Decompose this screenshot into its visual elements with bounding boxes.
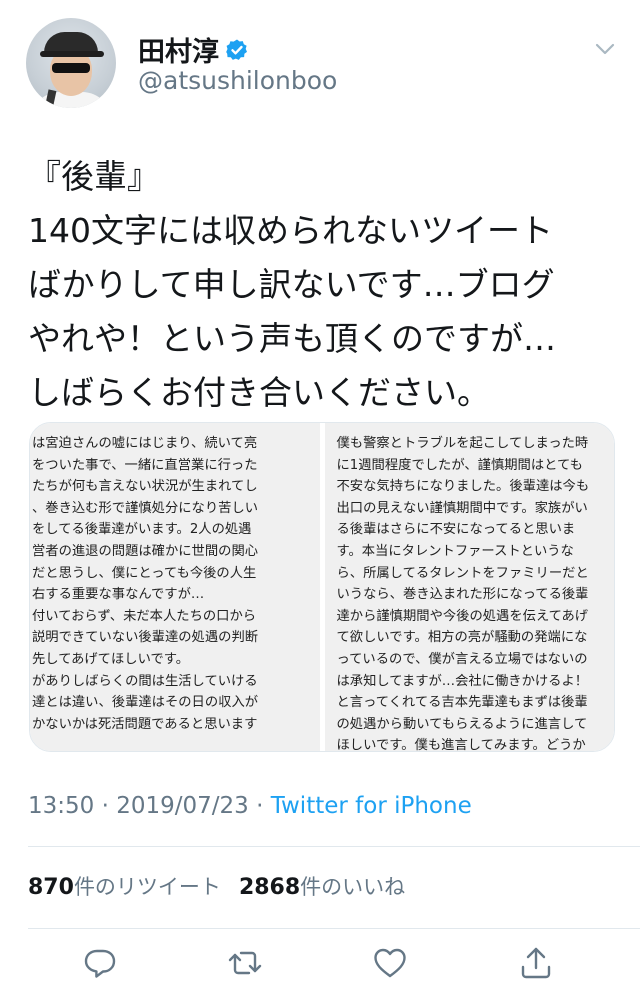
retweet-count: 870: [28, 875, 74, 900]
media-text-line: 、巻き込む形で謹慎処分になり苦しい: [32, 500, 259, 516]
media-text-line: は宮迫さんの嘘にはじまり、続いて亮: [32, 436, 258, 451]
media-text-line: だと思うし、僕にとっても今後の人生: [32, 565, 257, 581]
tweet-line: 140文字には収められないツイート: [28, 211, 553, 250]
heart-icon[interactable]: [372, 945, 408, 981]
media-text-line: の処遇から動いてもらえるように進言して: [336, 716, 588, 732]
tweet-media: は宮迫さんの嘘にはじまり、続いて亮 をついた事で、一緒に直営業に行った たちが何も言…: [29, 422, 615, 752]
divider: [28, 928, 640, 929]
media-text-line: いうなら、巻き込まれた形になってる後輩: [336, 587, 589, 603]
media-image-right[interactable]: 僕も警察とトラブルを起こしてしまった時 に1週間程度でしたが、謹慎期間はとても 不安…: [324, 423, 614, 751]
like-label: 件のいいね: [300, 875, 406, 899]
media-text-line: をついた事で、一緒に直営業に行った: [32, 457, 258, 473]
tweet-date: 2019/07/23: [116, 793, 249, 819]
media-text-line: と言ってくれてる吉本先輩達もまずは後輩: [336, 695, 588, 711]
chevron-down-icon[interactable]: [594, 38, 616, 60]
tweet-detail: 田村淳 @atsushilonboo 『後輩』 140文字には収められないツイー…: [0, 0, 640, 1001]
like-count: 2868: [238, 875, 301, 900]
media-image-left[interactable]: は宮迫さんの嘘にはじまり、続いて亮 をついた事で、一緒に直営業に行った たちが何も言…: [30, 423, 320, 751]
tweet-line: 『後輩』: [28, 157, 160, 196]
avatar[interactable]: [26, 18, 116, 108]
media-text-line: かないかは死活問題であると思います: [32, 716, 258, 732]
media-text-line: 達とは違い、後輩達はその日の収入が: [32, 695, 259, 711]
media-text-line: ら、所属してるタレントをファミリーだと: [336, 565, 589, 581]
media-image-text: は宮迫さんの嘘にはじまり、続いて亮 をついた事で、一緒に直営業に行った たちが何も言…: [32, 433, 258, 735]
media-text-line: たちが何も言えない状況が生まれてし: [32, 479, 258, 495]
media-text-line: っているので、僕が言える立場ではないの: [336, 651, 588, 667]
media-text-line: 説明できていない後輩達の処遇の判断: [32, 630, 259, 646]
retweet-icon[interactable]: [227, 945, 263, 981]
media-image-text: 僕も警察とトラブルを起こしてしまった時 に1週間程度でしたが、謹慎期間はとても 不安…: [337, 433, 590, 751]
tweet-stats: 870件のリツイート 2868件のいいね: [28, 871, 405, 901]
media-text-line: 僕も警察とトラブルを起こしてしまった時: [336, 436, 589, 451]
media-text-line: 不安な気持ちになりました。後輩達は今も: [336, 479, 590, 495]
user-display-name-row[interactable]: 田村淳: [138, 30, 249, 69]
media-text-line: に1週間程度でしたが、謹慎期間はとても: [336, 457, 583, 473]
tweet-line: ばかりして申し訳ないです…ブログ: [28, 265, 555, 304]
divider: [28, 846, 640, 847]
tweet-actions: [0, 935, 640, 991]
tweet-time: 13:50: [28, 793, 95, 819]
tweet-timestamp: 13:50 · 2019/07/23 · Twitter for iPhone: [28, 793, 472, 819]
meta-separator: ·: [94, 793, 117, 819]
media-text-line: 右する重要な事なんですが…: [32, 587, 205, 603]
media-text-line: をしてる後輩達がいます。2人の処遇: [32, 522, 252, 538]
display-name[interactable]: 田村淳: [138, 30, 219, 69]
media-text-line: 出口の見えない謹慎期間中です。家族がい: [336, 500, 588, 516]
media-text-line: る後輩はさらに不安になってると思いま: [336, 522, 576, 538]
tweet-line: しばらくお付き合いください。: [28, 373, 490, 412]
media-text-line: 営者の進退の問題は確かに世間の関心: [32, 543, 259, 559]
media-text-line: がありしばらくの間は生活していける: [32, 673, 258, 689]
tweet-line: やれや！という声も頂くのですが…: [28, 319, 556, 358]
media-text-line: 付いておらず、未だ本人たちの口から: [32, 608, 257, 624]
media-text-line: 達から謹慎期間や今後の処遇を伝えてあげ: [336, 608, 589, 624]
tweet-source-link[interactable]: Twitter for iPhone: [271, 793, 472, 819]
verified-badge-icon: [225, 38, 249, 62]
retweets-stat[interactable]: 870件のリツイート: [28, 875, 221, 900]
media-text-line: て欲しいです。相方の亮が騒動の発端にな: [336, 630, 588, 646]
media-text-line: は承知してますが…会社に働きかけるよ！: [336, 673, 589, 689]
media-text-line: ほしいです。僕も進言してみます。どうか: [336, 738, 586, 751]
media-text-line: す。本当にタレントファーストというな: [336, 543, 574, 559]
meta-separator: ·: [248, 793, 271, 819]
retweet-label: 件のリツイート: [73, 875, 221, 899]
share-icon[interactable]: [518, 945, 554, 981]
tweet-text: 『後輩』 140文字には収められないツイート ばかりして申し訳ないです…ブログ …: [28, 150, 618, 420]
media-text-line: 先してあげてほしいです。: [32, 651, 190, 667]
likes-stat[interactable]: 2868件のいいね: [238, 875, 406, 900]
reply-icon[interactable]: [82, 945, 118, 981]
user-handle[interactable]: @atsushilonboo: [138, 66, 337, 95]
